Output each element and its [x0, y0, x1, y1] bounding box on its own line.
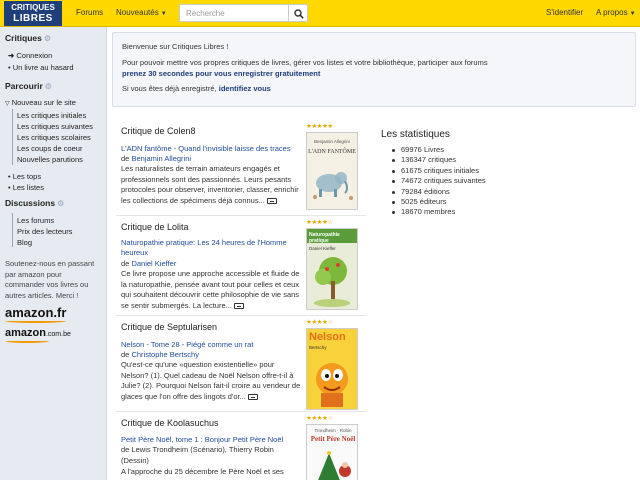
- sidebar-item-random-book[interactable]: • Un livre au hasard: [8, 63, 74, 72]
- read-more-icon[interactable]: [233, 302, 244, 309]
- review-author-line: de Christophe Bertschy: [121, 350, 199, 359]
- review-author-link[interactable]: Benjamin Allegrini: [131, 154, 191, 163]
- stat-item: 61675 critiques initiales: [391, 166, 486, 176]
- review-book-title[interactable]: Nelson - Tome 28 - Piégé comme un rat: [121, 340, 299, 350]
- sidebar-item-critiques-scolaires[interactable]: Les critiques scolaires: [17, 133, 91, 142]
- sidebar-item-forums[interactable]: Les forums: [17, 216, 54, 225]
- search-icon: [294, 9, 304, 19]
- read-more-icon[interactable]: [247, 393, 258, 400]
- review-author-link[interactable]: Lewis Trondheim (Scénario), Thierry Robi…: [121, 445, 274, 465]
- nav-nouveautes-label: Nouveautés: [116, 8, 159, 17]
- already-registered-line: Si vous êtes déjà enregistré, identifiez…: [122, 84, 271, 93]
- book-cover[interactable]: Trondheim · Robin Petit Père Noël: [306, 424, 358, 480]
- rating-stars: ★★★★☆: [306, 219, 333, 226]
- stats-heading: Les statistiques: [381, 129, 450, 140]
- stat-item: 136347 critiques: [391, 155, 486, 165]
- sidebar-heading-discussions: Discussions ⚙: [5, 198, 65, 208]
- sign-in-icon: ➜: [8, 51, 15, 60]
- site-logo[interactable]: CRITIQUES LIBRES: [4, 1, 62, 26]
- review-author-link[interactable]: Daniel Kieffer: [131, 259, 176, 268]
- sidebar-item-connexion[interactable]: ➜ Connexion: [8, 51, 52, 60]
- review-card: Critique de Koolasuchus Petit Père Noël,…: [116, 412, 366, 480]
- tree-illustration-icon: [314, 257, 350, 307]
- amazon-support-text: Soutenez-nous en passant par amazon pour…: [5, 259, 95, 300]
- nav-apropos-dropdown[interactable]: A propos ▼: [596, 8, 636, 17]
- sidebar-heading-parcourir: Parcourir ⚙: [5, 81, 52, 91]
- book-cover[interactable]: Naturopathie pratique Daniel Kieffer: [306, 228, 358, 310]
- tree-line: [12, 109, 13, 165]
- sidebar-item-critiques-suivantes[interactable]: Les critiques suivantes: [17, 122, 93, 131]
- stat-item: 18670 membres: [391, 207, 486, 217]
- review-heading[interactable]: Critique de Lolita: [121, 222, 189, 232]
- top-navbar: CRITIQUES LIBRES Forums Nouveautés▼ S'id…: [0, 0, 640, 27]
- sidebar-item-critiques-initiales[interactable]: Les critiques initiales: [17, 111, 86, 120]
- register-link[interactable]: prenez 30 secondes pour vous enregistrer…: [122, 69, 320, 78]
- sidebar: Critiques ⚙ ➜ Connexion • Un livre au has…: [0, 27, 107, 480]
- review-card: Critique de Lolita Naturopathie pratique…: [116, 216, 366, 316]
- gears-icon: ⚙: [57, 199, 65, 208]
- gears-icon: ⚙: [44, 82, 52, 91]
- review-card: Critique de Septularisen Nelson - Tome 2…: [116, 316, 366, 412]
- caret-down-icon: ▽: [5, 101, 10, 107]
- review-heading[interactable]: Critique de Colen8: [121, 126, 196, 136]
- book-cover[interactable]: Benjamin Allegrini L'ADN FANTÔME: [306, 132, 358, 210]
- review-heading[interactable]: Critique de Koolasuchus: [121, 418, 219, 428]
- welcome-panel: Bienvenue sur Critiques Libres ! Pour po…: [112, 32, 636, 107]
- christmas-illustration-icon: [318, 451, 351, 480]
- logo-line1: CRITIQUES: [11, 3, 55, 12]
- review-author-line: de Lewis Trondheim (Scénario), Thierry R…: [121, 445, 274, 465]
- nav-nouveautes-dropdown[interactable]: Nouveautés ▼: [116, 8, 167, 17]
- review-card: Critique de Colen8 L'ADN fantôme - Quand…: [116, 120, 366, 216]
- review-author-line: de Daniel Kieffer: [121, 259, 177, 268]
- search-button[interactable]: [288, 4, 308, 22]
- book-cover[interactable]: Nelson Bertschy: [306, 328, 358, 410]
- sidebar-item-prix-lecteurs[interactable]: Prix des lecteurs: [17, 227, 72, 236]
- review-book-title[interactable]: Naturopathie pratique: Les 24 heures de …: [121, 238, 299, 258]
- rating-stars: ★★★★★: [306, 123, 333, 130]
- chevron-down-icon: ▼: [629, 11, 636, 17]
- logo-line2: LIBRES: [13, 13, 53, 24]
- sidebar-heading-critiques: Critiques ⚙: [5, 33, 52, 43]
- nav-login-link[interactable]: S'identifier: [546, 8, 583, 17]
- welcome-intro: Pour pouvoir mettre vos propres critique…: [122, 58, 488, 67]
- review-excerpt: Qu'est-ce qu'une «question existentielle…: [121, 360, 301, 401]
- review-excerpt: A l'approche du 25 décembre le Père Noël…: [121, 467, 284, 476]
- nav-forums-link[interactable]: Forums: [76, 8, 103, 17]
- welcome-title: Bienvenue sur Critiques Libres !: [122, 42, 229, 51]
- stat-item: 79284 éditions: [391, 187, 486, 197]
- review-author-line: de Benjamin Allegrini: [121, 154, 192, 163]
- nav-apropos-label: A propos: [596, 8, 628, 17]
- review-excerpt: Ce livre propose une approche accessible…: [121, 269, 300, 310]
- rating-stars: ★★★★☆: [306, 319, 333, 326]
- stat-item: 74672 critiques suivantes: [391, 176, 486, 186]
- review-book-title[interactable]: Petit Père Noël, tome 1 : Bonjour Petit …: [121, 435, 299, 445]
- amazon-fr-logo[interactable]: amazon.fr: [5, 305, 67, 323]
- review-book-title[interactable]: L'ADN fantôme - Quand l'invisible laisse…: [121, 144, 299, 154]
- stats-list: 69976 Livres 136347 critiques 61675 crit…: [391, 145, 486, 218]
- sidebar-item-listes[interactable]: • Les listes: [8, 183, 44, 192]
- sidebar-item-coups-de-coeur[interactable]: Les coups de coeur: [17, 144, 82, 153]
- gears-icon: ⚙: [43, 34, 52, 43]
- stat-item: 69976 Livres: [391, 145, 486, 155]
- review-author-link[interactable]: Christophe Bertschy: [131, 350, 199, 359]
- rating-stars: ★★★★☆: [306, 415, 333, 422]
- sidebar-item-nouvelles-parutions[interactable]: Nouvelles parutions: [17, 155, 83, 164]
- amazon-be-logo[interactable]: amazon.com.be: [5, 327, 71, 343]
- review-excerpt: Les naturalistes de terrain amateurs eng…: [121, 164, 299, 205]
- stat-item: 5025 éditeurs: [391, 197, 486, 207]
- read-more-icon[interactable]: [266, 197, 277, 204]
- login-link[interactable]: identifiez vous: [219, 84, 271, 93]
- search-input[interactable]: [179, 4, 289, 22]
- nelson-character-icon: [316, 363, 348, 407]
- sidebar-item-nouveau[interactable]: ▽ Nouveau sur le site: [5, 98, 76, 107]
- chevron-down-icon: ▼: [160, 11, 167, 17]
- review-heading[interactable]: Critique de Septularisen: [121, 322, 217, 332]
- elephant-illustration-icon: [313, 172, 353, 200]
- tree-line: [12, 213, 13, 247]
- sidebar-item-tops[interactable]: • Les tops: [8, 172, 41, 181]
- sidebar-item-blog[interactable]: Blog: [17, 238, 32, 247]
